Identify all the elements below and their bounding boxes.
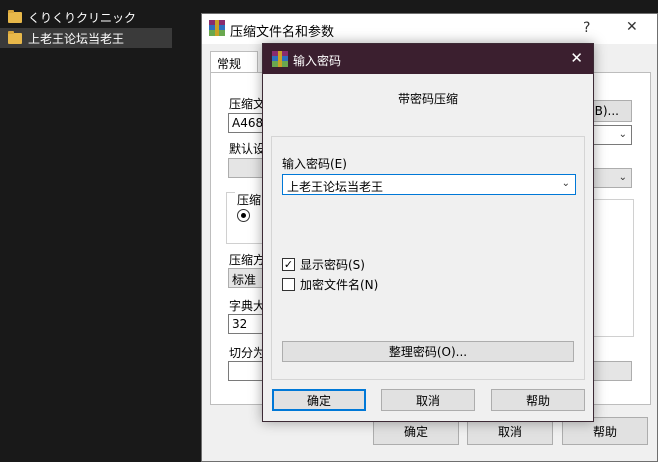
- compress-method-label: 压缩方: [229, 253, 266, 267]
- file-list-item[interactable]: 上老王论坛当老王: [0, 28, 172, 48]
- ok-button[interactable]: 确定: [272, 389, 366, 411]
- default-profile-label: 默认设: [229, 142, 266, 156]
- close-icon[interactable]: ✕: [570, 49, 583, 67]
- cancel-button[interactable]: 取消: [381, 389, 475, 411]
- password-dialog: 输入密码 ✕ 带密码压缩 输入密码(E) 上老王论坛当老王 ⌄ ✓ 显示密码(S…: [262, 43, 594, 422]
- close-icon[interactable]: ✕: [626, 19, 638, 35]
- password-label: 输入密码(E): [282, 157, 347, 171]
- archive-name-dropdown[interactable]: ⌄: [592, 125, 632, 145]
- chevron-down-icon[interactable]: ⌄: [562, 178, 570, 189]
- title-bar: 压缩文件名和参数 ? ✕: [202, 14, 657, 44]
- split-label: 切分为: [229, 346, 266, 360]
- title-bar: 输入密码 ✕: [263, 44, 593, 74]
- help-button[interactable]: 帮助: [491, 389, 585, 411]
- archive-name-label: 压缩文: [229, 97, 266, 111]
- password-group: 输入密码(E) 上老王论坛当老王 ⌄ ✓ 显示密码(S) 加密文件名(N) 整理…: [271, 136, 585, 380]
- dialog-title: 压缩文件名和参数: [230, 25, 335, 40]
- help-icon[interactable]: ?: [583, 20, 590, 36]
- compress-format-label: 压缩: [235, 191, 264, 208]
- folder-icon: [8, 9, 22, 23]
- winrar-icon: [272, 51, 288, 67]
- show-password-label: 显示密码(S): [300, 258, 365, 272]
- options-list: [592, 199, 634, 337]
- password-input[interactable]: 上老王论坛当老王 ⌄: [282, 174, 576, 195]
- profile-dropdown[interactable]: ⌄: [592, 168, 632, 188]
- parameters-button[interactable]: [592, 361, 632, 381]
- dict-size-label: 字典大: [229, 299, 266, 313]
- chevron-down-icon: ⌄: [618, 172, 627, 183]
- winrar-icon: [209, 20, 225, 36]
- format-radio[interactable]: [237, 209, 250, 222]
- organize-passwords-button[interactable]: 整理密码(O)...: [282, 341, 574, 362]
- show-password-checkbox[interactable]: ✓: [282, 258, 295, 271]
- tab-general[interactable]: 常规: [210, 51, 258, 73]
- encrypt-filenames-checkbox[interactable]: [282, 278, 295, 291]
- dialog-heading: 带密码压缩: [397, 92, 458, 106]
- folder-icon: [8, 30, 22, 44]
- file-name: くりくりクリニック: [28, 10, 137, 25]
- file-list-item[interactable]: くりくりクリニック: [0, 7, 200, 27]
- chevron-down-icon: ⌄: [618, 129, 627, 140]
- encrypt-filenames-label: 加密文件名(N): [300, 278, 379, 292]
- file-name: 上老王论坛当老王: [28, 31, 125, 46]
- dialog-title: 输入密码: [293, 54, 342, 68]
